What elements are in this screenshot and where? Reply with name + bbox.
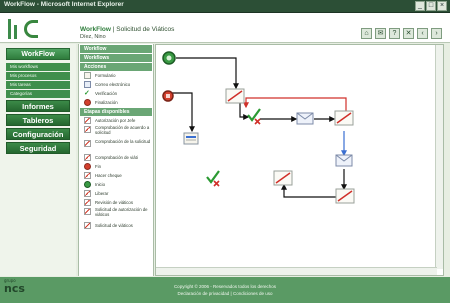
nav-mis-workflows[interactable]: Mis workflows xyxy=(6,63,70,71)
node-finalizacion[interactable] xyxy=(162,90,174,102)
pen-icon xyxy=(84,222,91,229)
pen-icon xyxy=(84,140,91,147)
palette-item-hacer-cheque[interactable]: Hacer cheque xyxy=(79,171,153,180)
pen-icon xyxy=(84,190,91,197)
check-icon: ✓ xyxy=(84,90,90,97)
stop-icon xyxy=(84,99,91,106)
workflow-diagram xyxy=(162,51,355,204)
nav-mis-procesos[interactable]: Mis procesos xyxy=(6,72,70,80)
horizontal-scrollbar[interactable] xyxy=(156,267,437,275)
palette-item-comprobacion-acuerdo[interactable]: Comprobación de acuerdo a solicitud xyxy=(79,125,153,139)
palette-item-solicitud-viaticos[interactable]: Solicitud de viáticos xyxy=(79,221,153,230)
header-toolbar: ⌂ ✉ ? ✕ ‹ › xyxy=(361,28,442,39)
pen-icon xyxy=(84,117,91,124)
close-icon[interactable]: ✕ xyxy=(403,28,414,39)
node-solicitud-viaticos[interactable] xyxy=(225,88,245,104)
workflow-canvas[interactable] xyxy=(155,44,444,276)
app-header: WorkFlow | Solicitud de Viáticos Díez, N… xyxy=(0,13,450,43)
workflow-name: Solicitud de Viáticos xyxy=(116,26,175,33)
maximize-button[interactable]: □ xyxy=(426,1,436,11)
app-footer: grupo ncs Copyright © 2006 - Reservados … xyxy=(0,277,450,303)
mail-icon[interactable]: ✉ xyxy=(375,28,386,39)
left-navigation: WorkFlow Mis workflows Mis procesos Mis … xyxy=(0,44,76,276)
connector-cheque-to-liberar xyxy=(281,183,342,198)
stop-icon xyxy=(84,163,91,170)
palette-item-autorizacion-jefe[interactable]: Autorización por Jefe xyxy=(79,116,153,125)
nav-seguridad[interactable]: Seguridad xyxy=(6,142,70,154)
palette-item-comprobacion-viaticos[interactable]: Comprobación de viáti xyxy=(79,153,153,162)
window-controls: _ □ × xyxy=(415,1,447,11)
minimize-button[interactable]: _ xyxy=(415,1,425,11)
connector-start-to-solicitud xyxy=(176,57,239,90)
app-logo xyxy=(4,17,64,41)
nav-informes[interactable]: Informes xyxy=(6,100,70,112)
node-correo-2[interactable] xyxy=(335,154,353,167)
palette-item-verificacion[interactable]: ✓ Verificación xyxy=(79,89,153,98)
pen-icon xyxy=(84,172,91,179)
palette-item-solicitud-autorizacion[interactable]: Solicitud de autorización de viáticos xyxy=(79,207,153,221)
page-title: WorkFlow | Solicitud de Viáticos xyxy=(80,26,174,33)
palette-item-formulario[interactable]: Formulario xyxy=(79,71,153,80)
title-separator: | xyxy=(112,26,115,33)
help-icon[interactable]: ? xyxy=(389,28,400,39)
app-window: WorkFlow - Microsoft Internet Explorer _… xyxy=(0,0,450,303)
copyright-text: Copyright © 2006 - Reservados todos los … xyxy=(173,284,277,289)
nav-tableros[interactable]: Tableros xyxy=(6,114,70,126)
palette-item-comprobacion-solicitud[interactable]: Comprobación de la solicitud xyxy=(79,139,153,153)
pen-icon xyxy=(84,126,91,133)
node-verificacion-2[interactable] xyxy=(206,170,220,187)
nav-mis-tareas[interactable]: Mis tareas xyxy=(6,81,70,89)
connector-reject-loop xyxy=(243,97,347,111)
app-name: WorkFlow xyxy=(80,26,111,33)
palette-item-revision-viaticos[interactable]: Revisión de viáticos xyxy=(79,198,153,207)
home-icon[interactable]: ⌂ xyxy=(361,28,372,39)
pen-icon xyxy=(84,199,91,206)
palette-header-workflow: Workflow xyxy=(80,45,152,53)
node-inicio[interactable] xyxy=(162,51,176,65)
node-formulario[interactable] xyxy=(183,132,199,145)
connector-stop-to-form xyxy=(172,92,195,133)
browser-title-bar: WorkFlow - Microsoft Internet Explorer _… xyxy=(0,0,450,13)
document-icon xyxy=(84,72,91,79)
palette-item-inicio[interactable]: Inicio xyxy=(79,180,153,189)
palette-item-finalizacion[interactable]: Finalización xyxy=(79,98,153,107)
node-hacer-cheque[interactable] xyxy=(335,188,355,204)
node-verificacion[interactable] xyxy=(247,108,261,125)
pen-icon xyxy=(84,208,91,215)
node-liberar[interactable] xyxy=(273,170,293,186)
forward-icon[interactable]: › xyxy=(431,28,442,39)
connector-solicitud-to-verificacion xyxy=(239,103,250,120)
palette-header-acciones: Acciones xyxy=(80,63,152,71)
nav-categorias[interactable]: Categorías xyxy=(6,90,70,98)
user-name: Díez, Nino xyxy=(80,34,106,40)
palette-header-etapas: Etapas disponibles xyxy=(80,108,152,116)
node-correo[interactable] xyxy=(296,112,314,125)
window-title: WorkFlow - Microsoft Internet Explorer xyxy=(4,1,124,8)
vertical-scrollbar[interactable] xyxy=(435,45,443,269)
pen-icon xyxy=(84,154,91,161)
back-icon[interactable]: ‹ xyxy=(417,28,428,39)
palette-item-fin[interactable]: Fin xyxy=(79,162,153,171)
palette-item-correo[interactable]: Correo electrónico xyxy=(79,80,153,89)
footer-links[interactable]: Declaración de privacidad | Condiciones … xyxy=(0,291,450,296)
nav-workflow[interactable]: WorkFlow xyxy=(6,48,70,60)
palette-item-liberar[interactable]: Liberar xyxy=(79,189,153,198)
close-button[interactable]: × xyxy=(437,1,447,11)
palette-header-workflows: Workflows xyxy=(80,54,152,62)
node-revision-viaticos[interactable] xyxy=(334,110,354,126)
stage-palette: Workflow Workflows Acciones Formulario C… xyxy=(78,44,154,276)
start-icon xyxy=(84,181,91,188)
nav-configuracion[interactable]: Configuración xyxy=(6,128,70,140)
mail-icon xyxy=(84,81,91,88)
